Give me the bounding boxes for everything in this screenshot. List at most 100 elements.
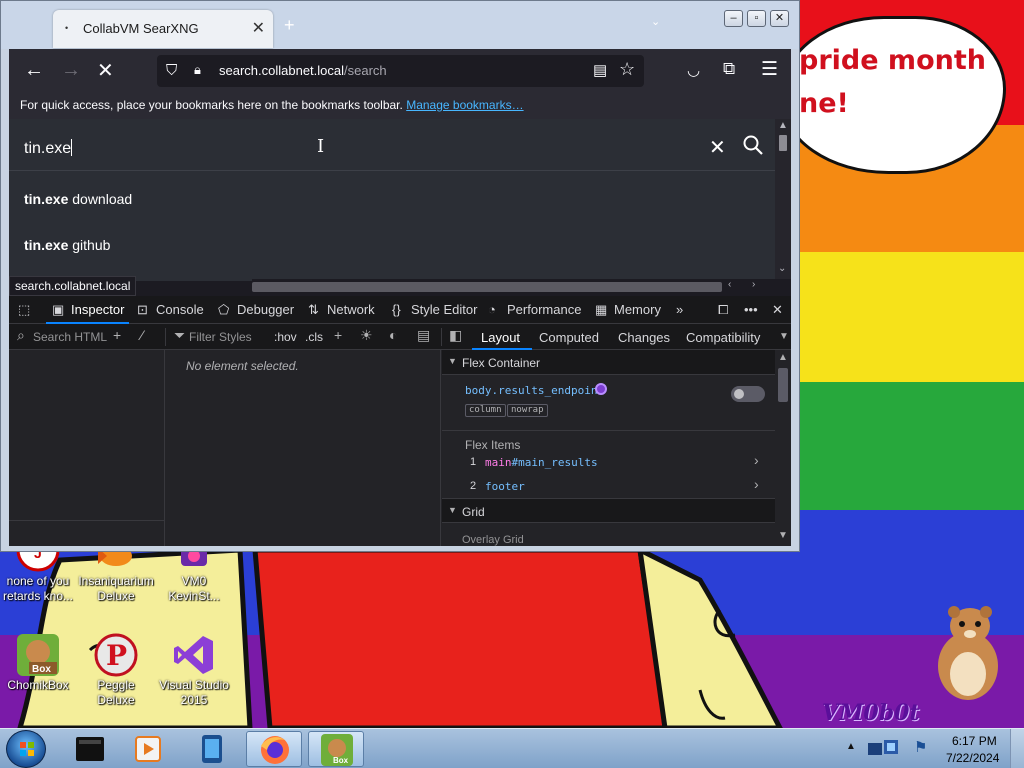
print-media-icon[interactable]: ▤ <box>417 327 430 344</box>
tab-list-chevron-icon[interactable]: ⌄ <box>651 15 660 28</box>
tab-inspector[interactable]: ▣ Inspector <box>52 302 124 318</box>
search-box[interactable]: tin.exe I ✕ <box>9 119 775 171</box>
forward-arrow-icon[interactable]: → <box>61 59 81 82</box>
more-options-icon[interactable]: ••• <box>744 302 758 317</box>
search-html-input[interactable]: Search HTML <box>33 330 107 344</box>
scrollbar-thumb[interactable] <box>252 282 722 292</box>
terminal-icon <box>76 737 104 761</box>
url-text[interactable]: search.collabnet.local/search <box>219 63 387 78</box>
tab-memory[interactable]: ▦ Memory <box>595 302 661 318</box>
text-caret <box>71 139 73 156</box>
hamburger-menu-icon[interactable]: ☰ <box>761 58 778 81</box>
classes-button[interactable]: .cls <box>305 330 323 344</box>
taskbar-firefox[interactable] <box>246 731 302 767</box>
start-button[interactable] <box>6 730 46 768</box>
toggle-sidebar-icon[interactable]: ◧ <box>449 327 462 344</box>
stop-icon[interactable]: ✕ <box>97 58 114 83</box>
scroll-up-icon[interactable]: ▲ <box>778 120 788 131</box>
back-arrow-icon[interactable]: ← <box>24 59 44 82</box>
eyedropper-icon[interactable]: ⁄ <box>141 327 143 343</box>
close-devtools-icon[interactable]: ✕ <box>772 302 783 318</box>
tab-console[interactable]: ⊡ Console <box>137 302 204 318</box>
scrollbar-thumb[interactable] <box>778 368 788 402</box>
tab-computed[interactable]: Computed <box>539 330 599 345</box>
tab-network[interactable]: ⇅ Network <box>308 302 375 318</box>
chevron-right-icon[interactable]: › <box>754 476 759 492</box>
more-tabs-chevron-icon[interactable]: » <box>676 302 683 317</box>
scroll-down-icon[interactable]: ▼ <box>778 530 788 541</box>
chevron-right-icon[interactable]: › <box>754 452 759 468</box>
rules-view[interactable]: No element selected. <box>166 350 441 546</box>
scroll-down-icon[interactable]: ⌄ <box>778 263 786 274</box>
flexbox-highlighter-icon[interactable] <box>595 383 607 395</box>
clock-date[interactable]: 7/22/2024 <box>946 751 999 765</box>
pocket-icon[interactable]: ◡ <box>687 61 700 79</box>
markup-view[interactable] <box>9 350 165 546</box>
tab-style-editor[interactable]: {} Style Editor <box>392 302 477 317</box>
tracking-protection-icon[interactable]: ⛉ <box>166 62 177 79</box>
dark-scheme-icon[interactable]: ◐ <box>389 327 397 343</box>
lock-icon[interactable]: 🔒︎ <box>194 62 201 78</box>
flex-container-header[interactable]: ▼ Flex Container <box>442 350 775 375</box>
suggestion-item[interactable]: tin.exe github <box>24 237 110 253</box>
add-rule-icon[interactable]: + <box>334 327 342 343</box>
page-vertical-scrollbar[interactable]: ▲ ⌄ <box>775 119 791 279</box>
close-window-button[interactable]: ✕ <box>770 10 789 27</box>
tab-layout[interactable]: Layout <box>481 330 520 345</box>
tab-close-icon[interactable]: ✕ <box>252 18 265 38</box>
tab-changes[interactable]: Changes <box>618 330 670 345</box>
flex-container-selector[interactable]: body.results_endpoint <box>465 384 604 397</box>
clear-search-icon[interactable]: ✕ <box>709 135 726 160</box>
flexbox-overlay-toggle[interactable] <box>731 386 765 402</box>
light-scheme-icon[interactable]: ☀ <box>360 327 373 344</box>
dock-side-icon[interactable]: ⧠ <box>718 302 728 318</box>
scroll-up-icon[interactable]: ▲ <box>778 352 788 363</box>
suggestion-item[interactable]: tin.exe download <box>24 191 132 207</box>
desktop-icon-visual-studio[interactable]: Visual Studio 2015 <box>156 632 232 708</box>
suggestion-match: tin.exe <box>24 191 69 207</box>
tab-debugger[interactable]: ⬠ Debugger <box>218 302 294 318</box>
minimize-button[interactable]: – <box>724 10 743 27</box>
scrollbar-thumb[interactable] <box>779 135 787 151</box>
show-desktop-button[interactable] <box>1010 729 1024 768</box>
layout-scrollbar[interactable]: ▲ ▼ <box>775 350 791 546</box>
page-horizontal-scrollbar[interactable]: ‹ › <box>252 279 775 295</box>
reader-view-icon[interactable]: ▤ <box>593 61 607 79</box>
element-picker-icon[interactable]: ⬚ <box>18 302 37 318</box>
grid-header[interactable]: ▼ Grid <box>442 498 775 523</box>
desktop-icon-text-file[interactable]: J none of you retards kno... <box>0 528 76 604</box>
add-node-icon[interactable]: + <box>113 327 121 343</box>
tab-compatibility[interactable]: Compatibility <box>686 330 760 345</box>
taskbar-chomikbox[interactable]: Box <box>308 731 364 767</box>
desktop-icon-peggle[interactable]: P Peggle Deluxe <box>78 632 154 708</box>
tab-performance[interactable]: ◔ Performance <box>488 302 581 317</box>
vm-watermark: VM0b0t <box>822 700 920 726</box>
filter-styles-input[interactable]: Filter Styles <box>189 330 252 344</box>
taskbar-terminal[interactable] <box>62 731 118 767</box>
desktop-icon-vm0[interactable]: VM0 KevinSt... <box>156 546 232 604</box>
scroll-left-icon[interactable]: ‹ <box>728 279 731 290</box>
action-center-icon[interactable]: ⚑ <box>914 738 927 756</box>
browser-tab[interactable]: • CollabVM SearXNG ✕ <box>53 10 273 48</box>
flex-item-footer[interactable]: footer <box>485 480 525 493</box>
tabs-dropdown-icon[interactable]: ▼ <box>779 331 789 342</box>
flex-item-main[interactable]: main#main_results <box>485 456 598 469</box>
extensions-icon[interactable]: ⧉ <box>723 59 735 79</box>
taskbar-media-player[interactable] <box>120 731 176 767</box>
show-hidden-icons-icon[interactable]: ▲ <box>846 741 856 752</box>
manage-bookmarks-link[interactable]: Manage bookmarks… <box>406 98 523 112</box>
bookmark-star-icon[interactable]: ☆ <box>619 59 635 80</box>
network-tray-icon[interactable] <box>866 737 906 761</box>
desktop-icon-chomikbox[interactable]: Box ChomikBox <box>0 632 76 693</box>
taskbar-tablet-app[interactable] <box>184 731 240 767</box>
new-tab-button[interactable]: + <box>284 15 295 36</box>
search-input[interactable]: tin.exe <box>24 139 73 158</box>
clock-time[interactable]: 6:17 PM <box>952 734 997 748</box>
peggle-icon: P <box>93 632 139 678</box>
desktop-icon-insaniquarium[interactable]: Insaniquarium Deluxe <box>78 546 154 604</box>
search-icon[interactable] <box>742 134 764 156</box>
scroll-right-icon[interactable]: › <box>752 279 755 290</box>
hover-state-button[interactable]: :hov <box>274 330 297 344</box>
maximize-button[interactable]: ▫ <box>747 10 766 27</box>
url-bar[interactable]: ⛉ 🔒︎ search.collabnet.local/search ▤ ☆ <box>157 55 644 87</box>
